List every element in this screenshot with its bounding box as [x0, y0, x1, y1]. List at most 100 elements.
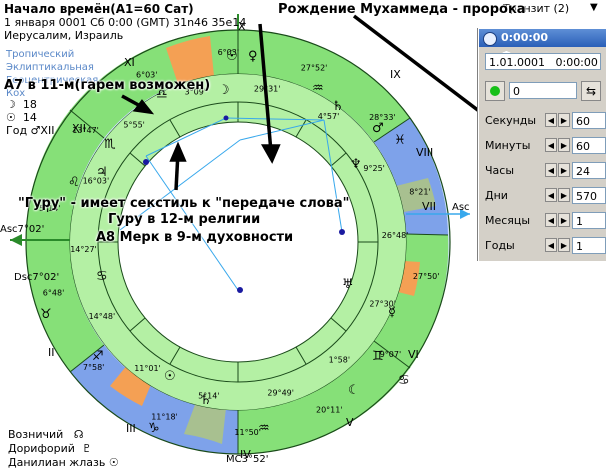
asc-right-label: Asc	[452, 202, 470, 213]
degree-label: 29°49'	[267, 388, 294, 397]
years-decrement[interactable]: ◀	[545, 238, 557, 252]
months-label: Месяцы	[485, 214, 531, 227]
aquarius-glyph: ♒	[312, 81, 324, 96]
hours-input[interactable]: 24	[572, 162, 606, 179]
settings-line: Эклиптикальная	[6, 62, 94, 73]
app-icon	[483, 32, 497, 46]
degree-label: 29°31'	[254, 85, 281, 94]
legend-symbol: ♇	[81, 442, 92, 455]
annotation-guru-sextile: "Гуру" - имеет секстиль к "передаче слов…	[18, 196, 350, 211]
neptune-glyph: ♆	[350, 157, 362, 172]
mercury-glyph: ☿	[388, 305, 396, 320]
months-increment[interactable]: ▶	[558, 213, 570, 227]
chart-stats: ☽ 18 ☉ 14 Год ♂ХII	[6, 98, 54, 137]
year-label: Год	[6, 124, 28, 137]
venus-glyph: ♀	[248, 49, 258, 64]
degree-label: 1°58'	[329, 356, 350, 365]
minutes-label: Минуты	[485, 139, 531, 152]
jupiter-glyph: ♃	[96, 165, 108, 180]
house-label-VIII: VIII	[416, 146, 433, 159]
leo-glyph: ♌	[68, 175, 80, 190]
background-time-dialog[interactable]: 0:00:00 Фоновые 1.01.0001 0:00:00 0 ⇆ Се…	[478, 28, 606, 261]
star-legend: Возничий ☊ Дорифорий ♇ Данилиан жлазь ☉	[8, 428, 119, 470]
minutes-increment[interactable]: ▶	[558, 138, 570, 152]
step-field[interactable]: 0	[509, 82, 577, 99]
taurus-glyph: ♉	[40, 307, 52, 322]
pisces-glyph: ♓	[394, 133, 406, 148]
sun-glyph-top: ☉	[226, 49, 238, 64]
chart-title: Начало времён(A1=60 Сат)	[4, 2, 194, 16]
degree-label: 11°01'	[134, 364, 161, 373]
asc-label: Asc7°02'	[0, 224, 44, 235]
degree-label: 27°52'	[301, 63, 328, 72]
legend-symbol: ☉	[108, 456, 119, 469]
degree-label: 6°48'	[43, 289, 64, 298]
uranus-glyph: ♅	[342, 277, 354, 292]
dialog-title-bar[interactable]: 0:00:00 Фоновые	[479, 29, 606, 62]
degree-label: 26°48'	[382, 231, 409, 240]
degree-label: 11°50'	[234, 428, 261, 437]
chevron-down-icon[interactable]: ▼	[590, 2, 598, 13]
degree-label: 20°11'	[316, 405, 343, 414]
years-increment[interactable]: ▶	[558, 238, 570, 252]
house-label-II: II	[48, 346, 55, 359]
sun-stat-value: 14	[22, 111, 37, 124]
annotation-a7: А7 в 11-м(гарем возможен)	[4, 78, 211, 93]
annotation-birth: Рождение Мухаммеда - пророка	[278, 2, 526, 17]
days-increment[interactable]: ▶	[558, 188, 570, 202]
date-value: 1.01.0001	[489, 56, 545, 69]
hours-increment[interactable]: ▶	[558, 163, 570, 177]
house-label-VI: VI	[408, 348, 419, 361]
degree-label: 13°47'	[72, 126, 99, 135]
degree-label: 14°27'	[70, 245, 97, 254]
months-input[interactable]: 1	[572, 212, 606, 229]
saturn-glyph: ♄	[332, 99, 344, 114]
annotation-a8: А8 Мерк в 9-м духовности	[96, 230, 294, 245]
legend-name: Возничий	[8, 428, 64, 441]
minutes-decrement[interactable]: ◀	[545, 138, 557, 152]
time-value: 0:00:00	[555, 56, 598, 69]
degree-label: 27°50'	[413, 272, 440, 281]
capricorn-glyph: ♑	[148, 421, 160, 436]
moon-stat-value: 18	[22, 98, 37, 111]
seconds-input[interactable]: 60	[572, 112, 606, 129]
sun-icon: ☉	[6, 111, 16, 124]
start-button[interactable]	[485, 81, 505, 101]
moon-icon: ☽	[6, 98, 16, 111]
chart-place: Иерусалим, Израиль	[4, 29, 124, 42]
degree-label: 14°48'	[89, 312, 116, 321]
legend-name: Данилиан жлазь	[8, 456, 106, 469]
aquarius-glyph-bottom: ♒	[258, 421, 270, 436]
moon-glyph: ☽	[218, 83, 230, 98]
days-label: Дни	[485, 189, 508, 202]
house-label-VII: VII	[422, 200, 436, 213]
settings-line: Тропический	[6, 49, 75, 60]
minutes-input[interactable]: 60	[572, 137, 606, 154]
days-decrement[interactable]: ◀	[545, 188, 557, 202]
degree-label: 5°55'	[123, 121, 144, 130]
start-icon	[490, 86, 500, 96]
hours-label: Часы	[485, 164, 515, 177]
sun-glyph-bottom: ☉	[164, 369, 176, 384]
degree-label: 7°58'	[83, 363, 104, 372]
mc-label: MC3°52'	[226, 454, 268, 462]
cancer-glyph-2: ♋	[398, 373, 410, 388]
seconds-increment[interactable]: ▶	[558, 113, 570, 127]
year-stat-value: ♂ХII	[30, 124, 55, 137]
house-label-III: III	[126, 422, 136, 435]
dsc-label: Dsc7°02'	[14, 272, 59, 283]
months-decrement[interactable]: ◀	[545, 213, 557, 227]
refresh-button[interactable]: ⇆	[581, 81, 601, 101]
sagittarius-glyph: ♐	[92, 349, 104, 364]
house-label-IX: IX	[390, 68, 401, 81]
years-label: Годы	[485, 239, 515, 252]
chart-date-line: 1 января 0001 Сб 0:00 (GMT) 31n46 35e14	[4, 16, 247, 29]
date-time-field[interactable]: 1.01.0001 0:00:00	[485, 53, 601, 70]
scorpio-glyph: ♏	[104, 137, 116, 152]
gemini-glyph: ♊	[372, 349, 384, 364]
years-input[interactable]: 1	[572, 237, 606, 254]
saturn-glyph-bottom: ♄	[200, 393, 212, 408]
seconds-decrement[interactable]: ◀	[545, 113, 557, 127]
hours-decrement[interactable]: ◀	[545, 163, 557, 177]
days-input[interactable]: 570	[572, 187, 606, 204]
